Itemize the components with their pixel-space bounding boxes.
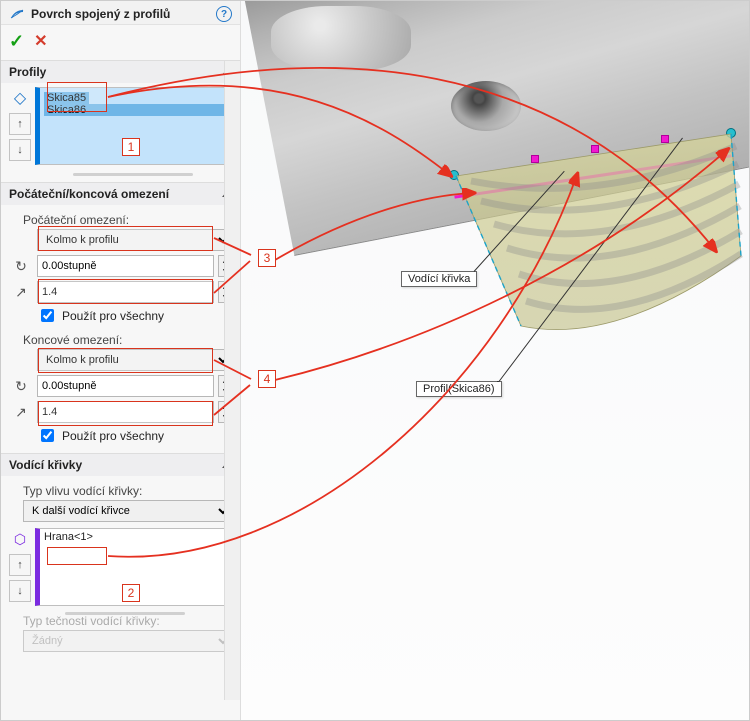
profile-item[interactable]: Skica86 [44, 104, 227, 116]
end-apply-all-checkbox[interactable] [41, 429, 54, 442]
part-boss [271, 6, 411, 71]
guide-list-scrollbar[interactable] [65, 612, 185, 615]
section-title-guides: Vodící křivky [9, 458, 222, 472]
start-apply-all-checkbox[interactable] [41, 309, 54, 322]
reverse-icon[interactable]: ↻ [9, 258, 33, 275]
move-up-button[interactable]: ↑ [9, 554, 31, 576]
guide-type-label: Typ vlivu vodící křivky: [23, 484, 232, 498]
end-constraint-label: Koncové omezení: [23, 333, 232, 347]
section-head-profiles[interactable]: Profily [1, 61, 240, 83]
help-icon[interactable]: ? [216, 6, 232, 22]
reverse-icon[interactable]: ↻ [9, 378, 33, 395]
tangent-length-icon: ↗ [9, 404, 33, 421]
cancel-button[interactable]: ✕ [34, 31, 47, 52]
end-constraint-select[interactable]: Kolmo k profilu [37, 349, 232, 371]
guide-type-select[interactable]: K další vodící křivce [23, 500, 232, 522]
start-constraint-select[interactable]: Kolmo k profilu [37, 229, 232, 251]
guide-icon-col: ⬡ ↑ ↓ [9, 528, 31, 606]
end-length-input[interactable] [37, 401, 214, 423]
guide-item[interactable]: Hrana<1> [44, 531, 227, 543]
profile-icon-col: ◇ ↑ ↓ [9, 87, 31, 165]
end-apply-all[interactable]: Použít pro všechny [37, 426, 232, 445]
section-profiles: Profily ◇ ↑ ↓ Skica85Skica86 [1, 60, 240, 182]
section-head-guides[interactable]: Vodící křivky [1, 454, 240, 476]
guide-icon: ⬡ [9, 528, 31, 550]
start-apply-all[interactable]: Použít pro všechny [37, 306, 232, 325]
profile-list-scrollbar[interactable] [73, 173, 193, 176]
ok-button[interactable]: ✓ [9, 31, 24, 52]
callout-guide: Vodící křivka [401, 271, 477, 287]
panel-titlebar: Povrch spojený z profilů ? [1, 1, 240, 25]
start-angle-input[interactable] [37, 255, 214, 277]
profile-icon: ◇ [9, 87, 31, 109]
move-down-button[interactable]: ↓ [9, 139, 31, 161]
section-title-constraints: Počáteční/koncová omezení [9, 187, 222, 201]
panel-scrollbar[interactable] [224, 61, 240, 700]
callout-leader [497, 381, 499, 382]
profile-item[interactable]: Skica85 [44, 92, 89, 104]
start-apply-all-label: Použít pro všechny [62, 309, 164, 323]
section-title-profiles: Profily [9, 65, 222, 79]
section-guides: Vodící křivky Typ vlivu vodící křivky: K… [1, 453, 240, 660]
confirm-row: ✓ ✕ [1, 25, 240, 60]
section-head-constraints[interactable]: Počáteční/koncová omezení [1, 183, 240, 205]
loft-surface-icon [9, 6, 25, 22]
end-angle-input[interactable] [37, 375, 214, 397]
callout-profile: Profil(Skica86) [416, 381, 502, 397]
app-root: Povrch spojený z profilů ? ✓ ✕ Profily ◇… [0, 0, 750, 721]
start-constraint-label: Počáteční omezení: [23, 213, 232, 227]
feature-panel: Povrch spojený z profilů ? ✓ ✕ Profily ◇… [1, 1, 241, 720]
guide-tangent-label: Typ tečnosti vodící křivky: [23, 614, 232, 628]
part-hole [451, 81, 521, 131]
end-apply-all-label: Použít pro všechny [62, 429, 164, 443]
profile-list[interactable]: Skica85Skica86 [35, 87, 232, 165]
graphics-viewport[interactable]: Vodící křivka Profil(Skica86) [241, 1, 749, 720]
guide-tangent-select: Žádný [23, 630, 232, 652]
panel-title: Povrch spojený z profilů [31, 7, 210, 21]
tangent-length-icon: ↗ [9, 284, 33, 301]
move-up-button[interactable]: ↑ [9, 113, 31, 135]
section-constraints: Počáteční/koncová omezení Počáteční omez… [1, 182, 240, 453]
start-length-input[interactable] [37, 281, 214, 303]
guide-list[interactable]: Hrana<1> [35, 528, 232, 606]
move-down-button[interactable]: ↓ [9, 580, 31, 602]
